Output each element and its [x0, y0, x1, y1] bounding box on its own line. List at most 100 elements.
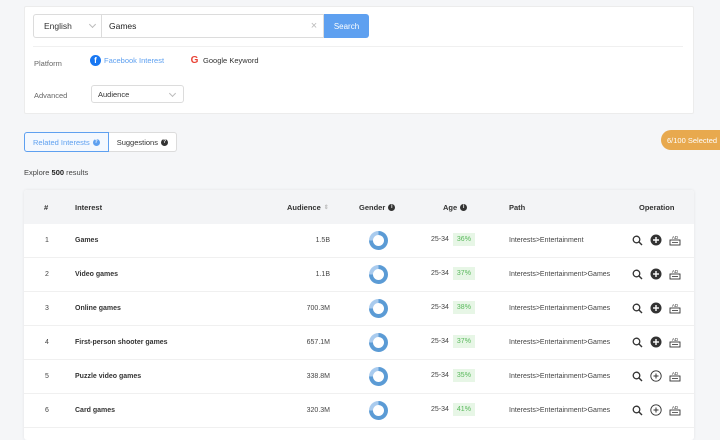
search-icon[interactable]: [631, 336, 643, 348]
gender-donut-chart: [369, 231, 388, 250]
col-audience-label: Audience: [287, 203, 321, 212]
row-interest: Puzzle video games: [75, 373, 142, 380]
col-operation: Operation: [639, 203, 675, 212]
row-interest: Online games: [75, 305, 121, 312]
row-path: Interests>Entertainment>Games: [509, 305, 611, 312]
row-audience: 320.3M: [306, 407, 330, 414]
ad-library-icon[interactable]: AD: [669, 302, 681, 314]
divider: [33, 46, 683, 47]
col-age-label: Age: [443, 203, 458, 212]
info-icon[interactable]: i: [460, 204, 468, 211]
keyword-input[interactable]: Games ×: [102, 14, 324, 38]
table-header: # Interest Audience ⇕ Gender i Age i Pat…: [24, 190, 694, 224]
row-audience: 657.1M: [306, 339, 330, 346]
platform-label: Platform: [34, 59, 62, 68]
gender-donut-chart: [369, 299, 388, 318]
row-age-range: 25-34: [431, 338, 449, 345]
add-filled-icon[interactable]: [650, 336, 662, 348]
row-path: Interests>Entertainment: [509, 237, 584, 244]
tab-related-interests-label: Related Interests: [33, 137, 90, 147]
row-audience: 1.5B: [315, 237, 330, 244]
svg-text:AD: AD: [672, 405, 679, 410]
search-icon[interactable]: [631, 302, 643, 314]
table-row: 4 First-person shooter games 657.1M 25-34 37…: [24, 326, 694, 360]
row-age: 25-34 37%: [431, 267, 475, 280]
col-path: Path: [509, 203, 526, 212]
row-operations: AD: [631, 302, 681, 314]
col-interest: Interest: [75, 203, 103, 212]
ad-library-icon[interactable]: AD: [669, 234, 681, 246]
info-icon[interactable]: i: [388, 204, 396, 211]
row-operations: AD: [631, 234, 681, 246]
ad-library-icon[interactable]: AD: [669, 268, 681, 280]
row-age-percent: 35%: [452, 369, 475, 382]
row-number: 5: [45, 373, 49, 380]
row-number: 2: [45, 271, 49, 278]
search-button[interactable]: Search: [324, 14, 369, 38]
row-audience: 700.3M: [306, 305, 330, 312]
row-number: 3: [45, 305, 49, 312]
row-number: 6: [45, 407, 49, 414]
add-filled-icon[interactable]: [650, 302, 662, 314]
svg-text:AD: AD: [672, 337, 679, 342]
gender-donut-chart: [369, 401, 388, 420]
platform-options: f Facebook Interest G Google Keyword: [90, 55, 259, 66]
search-icon[interactable]: [631, 268, 643, 280]
ad-library-icon[interactable]: AD: [669, 370, 681, 382]
row-path: Interests>Entertainment>Games: [509, 407, 611, 414]
row-age-percent: 41%: [452, 403, 475, 416]
ad-library-icon[interactable]: AD: [669, 404, 681, 416]
search-icon[interactable]: [631, 370, 643, 382]
ad-library-icon[interactable]: AD: [669, 336, 681, 348]
table-row: 2 Video games 1.1B 25-34 37% Interests>Entert…: [24, 258, 694, 292]
add-outline-icon[interactable]: [650, 404, 662, 416]
row-operations: AD: [631, 404, 681, 416]
row-path: Interests>Entertainment>Games: [509, 339, 611, 346]
tab-suggestions-label: Suggestions: [116, 137, 158, 147]
help-icon[interactable]: ?: [160, 138, 168, 146]
row-age-percent: 36%: [452, 233, 475, 246]
sort-icon[interactable]: ⇕: [324, 204, 329, 211]
row-age-percent: 37%: [452, 335, 475, 348]
platform-google-label: Google Keyword: [203, 56, 259, 65]
platform-google-keyword[interactable]: G Google Keyword: [189, 55, 259, 66]
interests-table: # Interest Audience ⇕ Gender i Age i Pat…: [24, 190, 694, 440]
help-icon[interactable]: ?: [92, 138, 100, 146]
search-icon[interactable]: [631, 234, 643, 246]
row-path: Interests>Entertainment>Games: [509, 271, 611, 278]
table-row: 1 Games 1.5B 25-34 36% Interests>Entertainmen…: [24, 224, 694, 258]
search-icon[interactable]: [631, 404, 643, 416]
tab-suggestions[interactable]: Suggestions ?: [108, 132, 177, 152]
results-count: 500: [51, 168, 65, 177]
keyword-value: Games: [109, 21, 137, 31]
row-age: 25-34 37%: [431, 335, 475, 348]
table-row: 3 Online games 700.3M 25-34 38% Interests>Ent…: [24, 292, 694, 326]
row-audience: 338.8M: [306, 373, 330, 380]
explore-suffix: results: [66, 168, 89, 177]
svg-text:AD: AD: [672, 371, 679, 376]
add-filled-icon[interactable]: [650, 268, 662, 280]
gender-donut-chart: [369, 333, 388, 352]
advanced-select[interactable]: Audience: [91, 85, 184, 103]
row-interest: Card games: [75, 407, 116, 414]
row-number: 4: [45, 339, 49, 346]
gender-donut-chart: [369, 265, 388, 284]
row-operations: AD: [631, 336, 681, 348]
advanced-label: Advanced: [34, 91, 68, 100]
chevron-down-icon: [88, 20, 97, 29]
add-outline-icon[interactable]: [650, 370, 662, 382]
search-panel: English Games × Search Platform f Facebo…: [24, 6, 694, 114]
platform-facebook-label: Facebook Interest: [104, 56, 165, 65]
add-filled-icon[interactable]: [650, 234, 662, 246]
svg-text:AD: AD: [672, 235, 679, 240]
tab-related-interests[interactable]: Related Interests ?: [24, 132, 109, 152]
selected-count-badge[interactable]: 6/100 Selected: [661, 130, 720, 150]
col-gender-label: Gender: [359, 203, 386, 212]
svg-text:AD: AD: [672, 303, 679, 308]
col-audience[interactable]: Audience ⇕: [287, 203, 329, 212]
row-path: Interests>Entertainment>Games: [509, 373, 611, 380]
clear-icon[interactable]: ×: [309, 21, 319, 32]
language-select[interactable]: English: [33, 14, 102, 38]
language-value: English: [44, 21, 72, 31]
platform-facebook-interest[interactable]: f Facebook Interest: [90, 55, 164, 66]
